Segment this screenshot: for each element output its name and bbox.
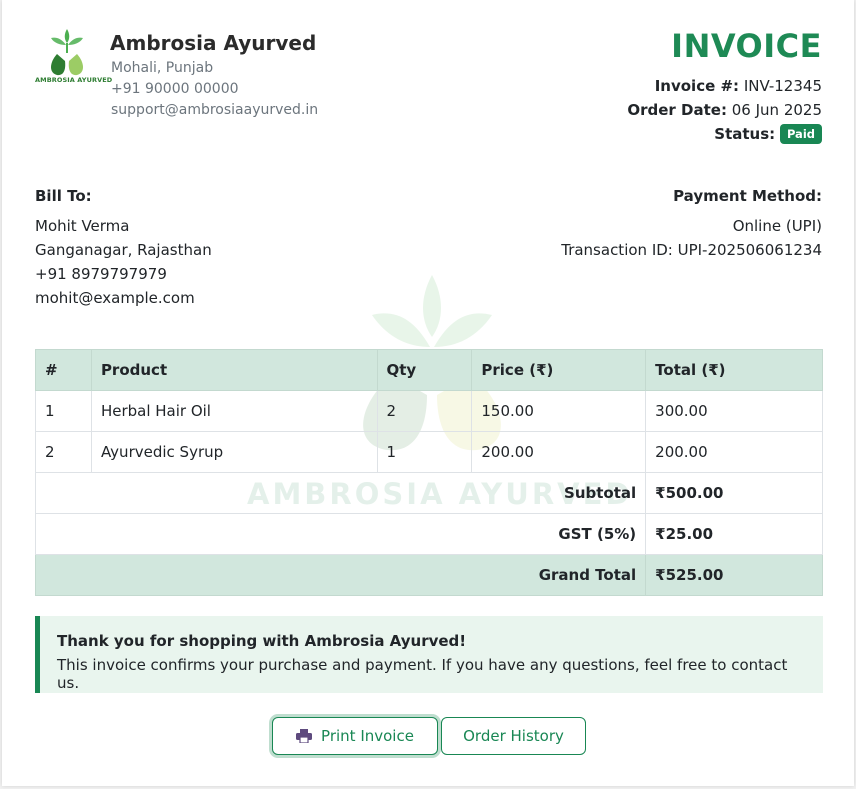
invoice-number-row: Invoice #: INV-12345	[655, 77, 822, 95]
payment-method-label: Payment Method:	[673, 187, 822, 205]
thank-you-title: Thank you for shopping with Ambrosia Ayu…	[57, 632, 467, 650]
company-location: Mohali, Punjab	[111, 60, 214, 76]
printer-icon	[296, 729, 313, 743]
column-header-product: Product	[90, 349, 378, 391]
customer-email: mohit@example.com	[35, 289, 195, 307]
cell-product: Ayurvedic Syrup	[90, 431, 378, 473]
order-date-row: Order Date: 06 Jun 2025	[627, 101, 822, 119]
status-badge: Paid	[779, 124, 822, 144]
customer-address: Ganganagar, Rajasthan	[35, 241, 212, 259]
grand-total-row: Grand Total ₹525.00	[34, 554, 823, 596]
invoice-number-label: Invoice #:	[654, 77, 740, 95]
order-date-label: Order Date:	[627, 101, 727, 119]
order-history-button[interactable]: Order History	[441, 717, 586, 755]
gst-label: GST (5%)	[34, 513, 647, 555]
subtotal-label: Subtotal	[34, 472, 647, 514]
payment-method: Online (UPI)	[732, 217, 822, 235]
customer-phone: +91 8979797979	[35, 265, 167, 283]
status-row: Status: Paid	[714, 124, 822, 144]
column-header-index: #	[35, 349, 92, 391]
customer-name: Mohit Verma	[35, 217, 130, 235]
gst-row: GST (5%) ₹25.00	[34, 513, 823, 555]
company-email: support@ambrosiaayurved.in	[111, 102, 319, 118]
grand-total-label: Grand Total	[34, 554, 647, 596]
print-invoice-label: Print Invoice	[321, 727, 414, 745]
items-table: # Product Qty Price (₹) Total (₹) 1 Herb…	[34, 349, 823, 596]
cell-qty: 1	[376, 431, 473, 473]
table-header-row: # Product Qty Price (₹) Total (₹)	[35, 349, 823, 391]
bill-to-label: Bill To:	[35, 187, 92, 205]
gst-value: ₹25.00	[645, 513, 823, 555]
cell-total: 200.00	[645, 431, 823, 473]
table-row: 2 Ayurvedic Syrup 1 200.00 200.00	[35, 431, 823, 473]
company-phone: +91 90000 00000	[111, 81, 239, 97]
invoice-title: INVOICE	[671, 27, 822, 65]
grand-total-value: ₹525.00	[645, 554, 823, 596]
subtotal-value: ₹500.00	[645, 472, 823, 514]
logo-text: AMBROSIA AYURVED	[35, 76, 113, 84]
column-header-price: Price (₹)	[471, 349, 647, 391]
order-date: 06 Jun 2025	[731, 101, 822, 119]
thank-you-message: This invoice confirms your purchase and …	[57, 656, 788, 692]
cell-total: 300.00	[645, 390, 823, 432]
cell-price: 200.00	[471, 431, 647, 473]
order-history-label: Order History	[463, 727, 564, 745]
table-row: 1 Herbal Hair Oil 2 150.00 300.00	[35, 390, 823, 432]
cell-index: 2	[35, 431, 92, 473]
transaction-id: Transaction ID: UPI-202506061234	[561, 241, 822, 259]
column-header-total: Total (₹)	[645, 349, 823, 391]
invoice-card: AMBROSIA AYURVED AMBROSIA AYURVED Ambros…	[2, 0, 854, 786]
cell-index: 1	[35, 390, 92, 432]
cell-price: 150.00	[471, 390, 647, 432]
subtotal-row: Subtotal ₹500.00	[34, 472, 823, 514]
thank-you-alert: Thank you for shopping with Ambrosia Ayu…	[35, 616, 823, 693]
status-label: Status:	[714, 125, 776, 143]
invoice-number: INV-12345	[743, 77, 822, 95]
cell-product: Herbal Hair Oil	[90, 390, 378, 432]
print-invoice-button[interactable]: Print Invoice	[272, 717, 438, 755]
company-name: Ambrosia Ayurved	[110, 31, 317, 55]
column-header-qty: Qty	[376, 349, 473, 391]
cell-qty: 2	[376, 390, 473, 432]
